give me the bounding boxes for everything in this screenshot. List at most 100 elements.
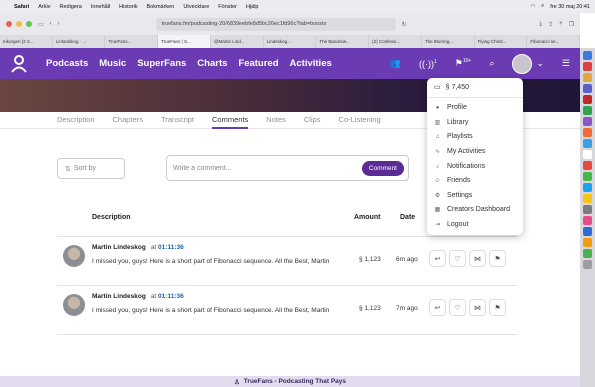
tab-chapters[interactable]: Chapters	[113, 112, 143, 129]
reply-icon[interactable]: ↩	[429, 299, 446, 316]
tab-transcript[interactable]: Transcript	[161, 112, 194, 129]
nav-charts[interactable]: Charts	[197, 58, 227, 69]
browser-tab[interactable]: Linkedskog · ...	[52, 35, 106, 48]
tab-comments[interactable]: Comments	[212, 112, 249, 129]
dock-app-icon[interactable]	[583, 194, 592, 203]
close-window-button[interactable]	[6, 21, 12, 27]
new-tab-icon[interactable]: +	[559, 21, 563, 27]
account-menu-toggle[interactable]: ⌄	[512, 53, 544, 74]
heart-icon[interactable]: ♡	[449, 299, 466, 316]
browser-tab-active[interactable]: TrueFans | S...	[158, 35, 211, 48]
search-icon[interactable]: ⌕	[489, 58, 494, 69]
back-icon[interactable]: ‹	[50, 21, 52, 27]
nav-podcasts[interactable]: Podcasts	[46, 58, 88, 69]
menu-item-library[interactable]: ▥ Library	[434, 119, 469, 126]
menu-item-my-activities[interactable]: ∿ My Activities	[434, 148, 486, 155]
share-icon[interactable]: ⇪	[548, 21, 553, 28]
tab-description[interactable]: Description	[57, 112, 95, 129]
reload-icon[interactable]: ↻	[402, 21, 407, 28]
dock-app-icon[interactable]	[583, 62, 592, 71]
reply-icon[interactable]: ↩	[429, 250, 446, 267]
share-icon[interactable]: ⋈	[469, 250, 486, 267]
dock-app-icon[interactable]	[583, 216, 592, 225]
menu-fonster[interactable]: Fönster	[218, 4, 237, 10]
comment-timestamp-link[interactable]: 01:11:36	[158, 244, 184, 251]
boost-icon[interactable]: ⚑10+	[455, 58, 472, 69]
menu-arkiv[interactable]: Arkiv	[38, 4, 50, 10]
comment-input[interactable]: Write a comment... Comment	[166, 155, 409, 181]
tab-notes[interactable]: Notes	[266, 112, 286, 129]
comment-button[interactable]: Comment	[361, 161, 404, 176]
menu-item-creators-dashboard[interactable]: ▦ Creators Dashboard	[434, 206, 510, 213]
dock-app-icon[interactable]	[583, 150, 592, 159]
dock-app-icon[interactable]	[583, 205, 592, 214]
browser-tab[interactable]: Inkorgen (2 3...	[0, 35, 53, 48]
comment-author[interactable]: Martin Lindeskog	[92, 244, 146, 251]
menu-item-friends[interactable]: ☺ Friends	[434, 177, 470, 184]
browser-tab[interactable]: Flying Christ...	[474, 35, 528, 48]
browser-tab[interactable]: (2) Confessi...	[369, 35, 422, 48]
nav-activities[interactable]: Activities	[290, 58, 332, 69]
avatar[interactable]	[63, 245, 85, 267]
browser-tab[interactable]: TrueFans...	[105, 35, 159, 48]
hamburger-menu-icon[interactable]: ☰	[562, 58, 570, 69]
browser-tab[interactable]: The Bandrew...	[316, 35, 370, 48]
menu-item-playlists[interactable]: ♫ Playlists	[434, 133, 472, 140]
menu-innehall[interactable]: Innehåll	[91, 4, 110, 10]
comment-timestamp-link[interactable]: 01:11:36	[158, 293, 184, 300]
menu-safari[interactable]: Safari	[14, 4, 29, 10]
trash-icon[interactable]	[583, 260, 592, 269]
avatar[interactable]	[63, 294, 85, 316]
share-icon[interactable]: ⋈	[469, 299, 486, 316]
live-icon[interactable]: ((·))1	[419, 59, 437, 69]
sidebar-icon[interactable]: ▭	[38, 21, 44, 28]
menu-item-profile[interactable]: ● Profile	[434, 104, 467, 111]
tab-clips[interactable]: Clips	[304, 112, 321, 129]
heart-icon[interactable]: ♡	[449, 250, 466, 267]
tab-overview-icon[interactable]: ❐	[569, 21, 574, 28]
comment-author[interactable]: Martin Lindeskog	[92, 293, 146, 300]
forward-icon[interactable]: ›	[58, 21, 60, 27]
dock-app-icon[interactable]	[583, 172, 592, 181]
menu-utvecklare[interactable]: Utvecklare	[183, 4, 209, 10]
download-icon[interactable]: ⤓	[539, 21, 542, 28]
dock-app-icon[interactable]	[583, 161, 592, 170]
search-icon[interactable]: ⌕	[541, 3, 544, 10]
dock-app-icon[interactable]	[583, 117, 592, 126]
dock-app-icon[interactable]	[583, 238, 592, 247]
nav-music[interactable]: Music	[99, 58, 126, 69]
dock-app-icon[interactable]	[583, 84, 592, 93]
dock-app-icon[interactable]	[583, 106, 592, 115]
menu-redigera[interactable]: Redigera	[60, 4, 82, 10]
flag-icon[interactable]: ⚑	[489, 299, 506, 316]
dock-app-icon[interactable]	[583, 51, 592, 60]
dock-app-icon[interactable]	[583, 73, 592, 82]
group-icon[interactable]: 👥	[390, 58, 401, 69]
minimize-window-button[interactable]	[16, 21, 22, 27]
sort-select[interactable]: ⇅ Sort by	[57, 158, 125, 179]
url-bar[interactable]: truefans.fm/podcasting-20/6839eebfe8d5bc…	[155, 17, 396, 31]
flag-icon[interactable]: ⚑	[489, 250, 506, 267]
menu-bokmarken[interactable]: Bokmärken	[146, 4, 174, 10]
dock-app-icon[interactable]	[583, 227, 592, 236]
dock-app-icon[interactable]	[583, 128, 592, 137]
dock-app-icon[interactable]	[583, 183, 592, 192]
nav-superfans[interactable]: SuperFans	[137, 58, 186, 69]
browser-tab[interactable]: Fibonacci se...	[527, 35, 581, 48]
dock-app-icon[interactable]	[583, 249, 592, 258]
menu-hjalp[interactable]: Hjälp	[246, 4, 259, 10]
browser-tab[interactable]: @Martin Lind...	[210, 35, 264, 48]
browser-tab[interactable]: Lindeskog...	[263, 35, 317, 48]
tab-co-listening[interactable]: Co-Listening	[339, 112, 381, 129]
browser-tab[interactable]: The Blurring...	[421, 35, 475, 48]
menu-item-settings[interactable]: ⚙ Settings	[434, 192, 473, 199]
zoom-window-button[interactable]	[26, 21, 32, 27]
dock-app-icon[interactable]	[583, 139, 592, 148]
dock-app-icon[interactable]	[583, 95, 592, 104]
clock[interactable]: fre 30 maj 20:41	[550, 4, 590, 10]
wifi-icon[interactable]: ◠	[530, 4, 535, 10]
nav-featured[interactable]: Featured	[238, 58, 278, 69]
menu-historik[interactable]: Historik	[119, 4, 137, 10]
menu-item-notifications[interactable]: ♪ Notifications	[434, 163, 485, 170]
truefans-logo-icon[interactable]	[10, 54, 28, 73]
